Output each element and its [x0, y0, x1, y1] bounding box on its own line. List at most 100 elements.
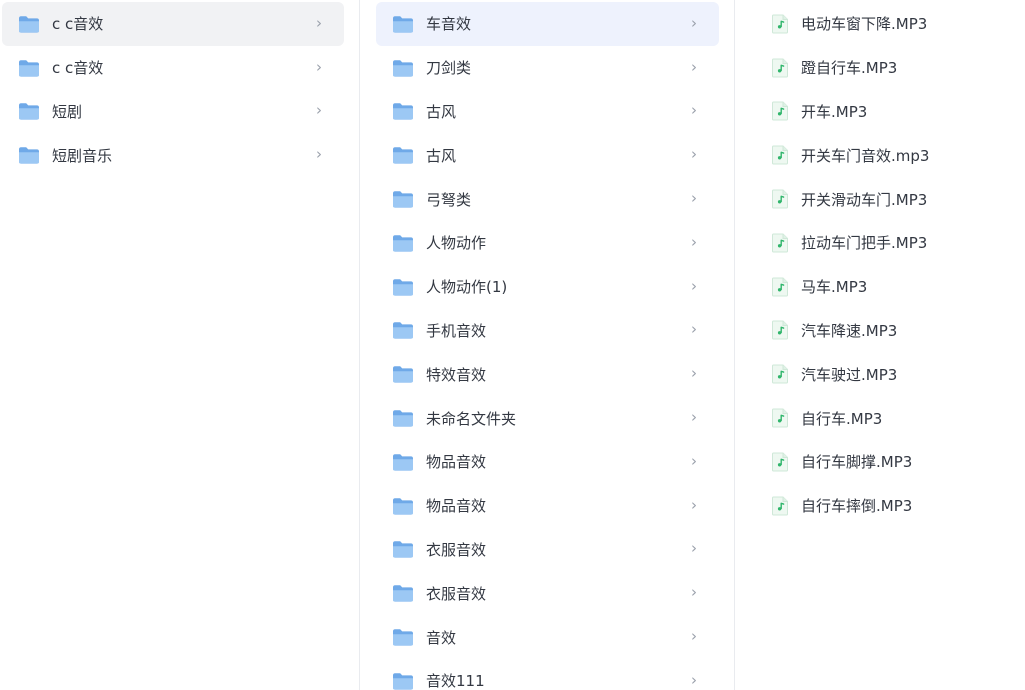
file-name: 开车.MP3 [801, 102, 868, 121]
folder-icon [19, 147, 39, 164]
folder-row[interactable]: 音效 › [376, 615, 719, 659]
file-row[interactable]: 蹬自行车.MP3 [766, 46, 1015, 90]
folder-icon [393, 366, 413, 383]
folder-name: 音效111 [426, 672, 485, 690]
file-row[interactable]: 开关车门音效.mp3 [766, 133, 1015, 177]
folder-row[interactable]: 古风 › [376, 90, 719, 134]
folder-row[interactable]: 短剧 › [2, 90, 344, 134]
folder-row[interactable]: 人物动作 › [376, 221, 719, 265]
chevron-right-icon: › [691, 408, 697, 427]
folder-name: c c音效 [52, 15, 104, 34]
audio-file-icon [772, 496, 788, 516]
folder-name: 手机音效 [426, 321, 487, 340]
chevron-right-icon: › [691, 101, 697, 120]
folder-row[interactable]: 衣服音效 › [376, 528, 719, 572]
folder-icon [393, 497, 413, 515]
column-root-folders: c c音效 › c c音效 › 短剧 › 短剧音乐 › [0, 0, 360, 690]
file-row[interactable]: 拉动车门把手.MP3 [766, 221, 1015, 265]
file-row[interactable]: 开车.MP3 [766, 90, 1015, 134]
folder-name: 车音效 [426, 15, 472, 34]
audio-file-icon [772, 364, 788, 384]
audio-file-icon [772, 58, 788, 78]
chevron-right-icon: › [691, 539, 697, 558]
file-row[interactable]: 马车.MP3 [766, 265, 1015, 309]
file-name: 自行车.MP3 [801, 409, 883, 428]
folder-name: 物品音效 [426, 497, 487, 516]
file-row[interactable]: 自行车摔倒.MP3 [766, 484, 1015, 528]
file-name: 开关滑动车门.MP3 [801, 190, 928, 209]
folder-row[interactable]: 古风 › [376, 133, 719, 177]
folder-row[interactable]: 车音效 › [376, 2, 719, 46]
file-row[interactable]: 开关滑动车门.MP3 [766, 177, 1015, 221]
audio-file-icon [772, 101, 788, 121]
file-name: 开关车门音效.mp3 [801, 146, 930, 165]
folder-icon [393, 191, 413, 208]
chevron-right-icon: › [691, 14, 697, 33]
file-name: 自行车摔倒.MP3 [801, 497, 913, 516]
file-row[interactable]: 电动车窗下降.MP3 [766, 2, 1015, 46]
file-list: 电动车窗下降.MP3 蹬自行车.MP3 开车.MP3 开关车门音效.mp3 开关… [736, 0, 1025, 528]
folder-row[interactable]: 短剧音乐 › [2, 133, 344, 177]
folder-name: 特效音效 [426, 365, 487, 384]
chevron-right-icon: › [691, 495, 697, 514]
chevron-right-icon: › [316, 57, 322, 76]
folder-row[interactable]: 衣服音效 › [376, 571, 719, 615]
folder-name: 古风 [426, 102, 457, 121]
folder-row[interactable]: 特效音效 › [376, 352, 719, 396]
folder-row[interactable]: 刀剑类 › [376, 46, 719, 90]
folder-icon [393, 322, 413, 340]
folder-row[interactable]: 人物动作(1) › [376, 265, 719, 309]
folder-name: c c音效 [52, 59, 104, 78]
file-name: 自行车脚撑.MP3 [801, 453, 913, 472]
folder-icon [19, 16, 39, 33]
folder-icon [393, 541, 413, 559]
folder-icon [19, 103, 39, 121]
folder-name: 古风 [426, 146, 457, 165]
chevron-right-icon: › [691, 452, 697, 471]
folder-row[interactable]: 未命名文件夹 › [376, 396, 719, 440]
folder-row[interactable]: 音效111 › [376, 659, 719, 690]
audio-file-icon [772, 277, 788, 297]
chevron-right-icon: › [691, 583, 697, 602]
folder-icon [393, 59, 413, 77]
chevron-right-icon: › [316, 145, 322, 164]
chevron-right-icon: › [691, 276, 697, 295]
chevron-right-icon: › [691, 320, 697, 339]
folder-name: 刀剑类 [426, 59, 472, 78]
chevron-right-icon: › [691, 364, 697, 383]
folder-row[interactable]: 物品音效 › [376, 484, 719, 528]
audio-file-icon [772, 145, 788, 165]
folder-icon [393, 278, 413, 296]
folder-row[interactable]: 手机音效 › [376, 309, 719, 353]
file-name: 拉动车门把手.MP3 [801, 234, 928, 253]
folder-icon [393, 673, 413, 690]
folder-row[interactable]: c c音效 › [2, 46, 344, 90]
folder-icon [393, 235, 413, 252]
folder-name: 衣服音效 [426, 584, 487, 603]
file-row[interactable]: 汽车驶过.MP3 [766, 352, 1015, 396]
file-row[interactable]: 自行车脚撑.MP3 [766, 440, 1015, 484]
audio-file-icon [772, 320, 788, 340]
file-row[interactable]: 自行车.MP3 [766, 396, 1015, 440]
folder-name: 音效 [426, 628, 457, 647]
folder-name: 人物动作 [426, 234, 487, 253]
folder-name: 弓弩类 [426, 190, 472, 209]
folder-icon [393, 147, 413, 164]
folder-row[interactable]: 物品音效 › [376, 440, 719, 484]
column-subfolders: 车音效 › 刀剑类 › 古风 › 古风 › 弓弩类 › 人物动作 › 人物动作(… [361, 0, 735, 690]
file-row[interactable]: 汽车降速.MP3 [766, 309, 1015, 353]
folder-name: 短剧 [52, 102, 83, 121]
file-name: 汽车降速.MP3 [801, 321, 898, 340]
folder-icon [393, 585, 413, 602]
chevron-right-icon: › [691, 145, 697, 164]
audio-file-icon [772, 452, 788, 472]
file-name: 马车.MP3 [801, 278, 868, 297]
folder-name: 衣服音效 [426, 540, 487, 559]
folder-name: 短剧音乐 [52, 146, 113, 165]
folder-row[interactable]: 弓弩类 › [376, 177, 719, 221]
folder-name: 物品音效 [426, 453, 487, 472]
root-folder-list: c c音效 › c c音效 › 短剧 › 短剧音乐 › [0, 0, 359, 177]
folder-row[interactable]: c c音效 › [2, 2, 344, 46]
folder-icon [19, 59, 39, 77]
audio-file-icon [772, 189, 788, 209]
